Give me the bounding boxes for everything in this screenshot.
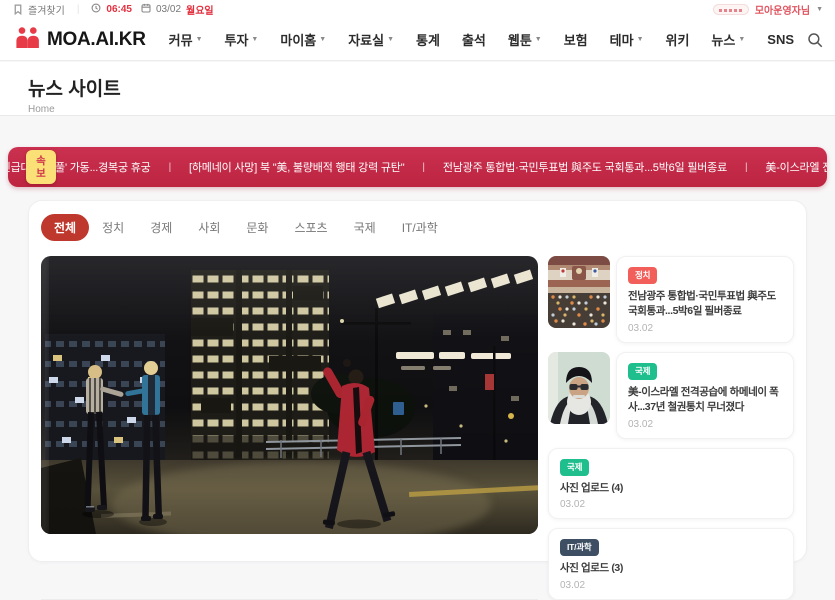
nav-item-label: SNS bbox=[767, 32, 794, 47]
ticker-headline[interactable]: [하메네이 사망] 북 "美, 불량배적 행태 강력 규탄" bbox=[189, 159, 404, 175]
category-tab[interactable]: 국제 bbox=[341, 214, 389, 241]
nav-item-label: 웹툰 bbox=[508, 30, 532, 49]
portrait-thumbnail[interactable] bbox=[548, 352, 610, 424]
article-card[interactable]: IT/과학 사진 업로드 (3) 03.02 bbox=[548, 528, 794, 599]
category-badge: IT/과학 bbox=[560, 539, 599, 556]
category-tab[interactable]: IT/과학 bbox=[389, 214, 451, 241]
nav-item[interactable]: 위키 bbox=[655, 30, 701, 49]
site-logo[interactable]: MOA.AI.KR bbox=[14, 26, 146, 54]
category-tab[interactable]: 문화 bbox=[233, 214, 281, 241]
article-card[interactable]: 국제 사진 업로드 (4) 03.02 bbox=[548, 448, 794, 519]
category-badge: 국제 bbox=[560, 459, 589, 476]
article-title[interactable]: 사진 업로드 (4) bbox=[560, 481, 782, 497]
nav-item[interactable]: 출석 bbox=[451, 30, 497, 49]
assembly-thumbnail[interactable] bbox=[548, 256, 610, 328]
article-date: 03.02 bbox=[560, 580, 782, 591]
ticker-separator: | bbox=[745, 162, 747, 173]
nav-item[interactable]: 투자 ▼ bbox=[214, 30, 270, 49]
favorite-link[interactable]: 즐겨찾기 bbox=[28, 2, 65, 17]
main-nav: 커뮤 ▼ 투자 ▼ 마이홈 ▼ 자료실 ▼ 통계 bbox=[158, 30, 805, 49]
bookmark-icon bbox=[12, 4, 23, 15]
article-title[interactable]: 사진 업로드 (3) bbox=[560, 561, 782, 577]
chevron-down-icon: ▼ bbox=[535, 36, 542, 43]
nav-item-label: 자료실 bbox=[348, 30, 384, 49]
nav-item[interactable]: 자료실 ▼ bbox=[337, 30, 405, 49]
article-title[interactable]: 美-이스라엘 전격공습에 하메네이 폭사...37년 철권통치 무너졌다 bbox=[628, 385, 782, 417]
nav-item-label: 테마 bbox=[610, 30, 634, 49]
nav-item[interactable]: 커뮤 ▼ bbox=[158, 30, 214, 49]
chevron-down-icon: ▼ bbox=[319, 36, 326, 43]
calendar-icon bbox=[141, 3, 151, 16]
logo-text: MOA.AI.KR bbox=[47, 29, 146, 51]
nav-item[interactable]: 통계 bbox=[405, 30, 451, 49]
article-list: 정치 전남광주 통합법·국민투표법 與주도 국회통과...5박6일 필버종료 0… bbox=[548, 256, 794, 600]
list-item[interactable]: IT/과학 사진 업로드 (3) 03.02 bbox=[548, 528, 794, 599]
chevron-down-icon: ▼ bbox=[738, 36, 745, 43]
username-label: 모아운영자님 bbox=[755, 2, 810, 17]
current-time: 06:45 bbox=[106, 4, 132, 15]
main-article-card[interactable] bbox=[41, 256, 538, 600]
nav-item-label: 투자 bbox=[225, 30, 249, 49]
nav-item[interactable]: 마이홈 ▼ bbox=[269, 30, 337, 49]
category-tab[interactable]: 정치 bbox=[89, 214, 137, 241]
user-level-badge bbox=[713, 4, 749, 15]
current-date: 03/02 bbox=[156, 4, 181, 15]
ticker-track: 안전 긴급대응반 '풀' 가동...경복궁 휴궁 | [하메네이 사망] 북 "… bbox=[8, 147, 827, 187]
nav-item-label: 위키 bbox=[666, 30, 690, 49]
list-item[interactable]: 정치 전남광주 통합법·국민투표법 與주도 국회통과...5박6일 필버종료 0… bbox=[548, 256, 794, 343]
ticker-headline[interactable]: 전남광주 통합법·국민투표법 與주도 국회통과...5박6일 필버종료 bbox=[443, 159, 727, 175]
nav-item[interactable]: 테마 ▼ bbox=[599, 30, 655, 49]
category-tabs: 전체 정치 경제 사회 문화 스포츠 국제 IT/과학 bbox=[41, 214, 794, 241]
list-item[interactable]: 국제 美-이스라엘 전격공습에 하메네이 폭사...37년 철권통치 무너졌다 … bbox=[548, 352, 794, 439]
breadcrumb[interactable]: Home bbox=[28, 104, 807, 115]
divider: | bbox=[77, 4, 80, 15]
category-badge: 국제 bbox=[628, 363, 657, 380]
search-icon[interactable] bbox=[805, 30, 824, 49]
news-content-panel: 전체 정치 경제 사회 문화 스포츠 국제 IT/과학 bbox=[28, 200, 807, 562]
list-item[interactable]: 국제 사진 업로드 (4) 03.02 bbox=[548, 448, 794, 519]
breaking-badge: 속보 bbox=[26, 150, 56, 184]
article-date: 03.02 bbox=[628, 419, 782, 430]
ticker-separator: | bbox=[169, 162, 171, 173]
chevron-down-icon: ▼ bbox=[251, 36, 258, 43]
chevron-down-icon: ▼ bbox=[196, 36, 203, 43]
article-card[interactable]: 정치 전남광주 통합법·국민투표법 與주도 국회통과...5박6일 필버종료 0… bbox=[616, 256, 794, 343]
chevron-down-icon: ▼ bbox=[637, 36, 644, 43]
nav-item[interactable]: 뉴스 ▼ bbox=[700, 30, 756, 49]
breaking-news-ticker[interactable]: 안전 긴급대응반 '풀' 가동...경복궁 휴궁 | [하메네이 사망] 북 "… bbox=[8, 147, 827, 187]
article-title[interactable]: 전남광주 통합법·국민투표법 與주도 국회통과...5박6일 필버종료 bbox=[628, 289, 782, 321]
chevron-down-icon: ▼ bbox=[816, 6, 823, 13]
nav-item-label: 커뮤 bbox=[169, 30, 193, 49]
nav-item-label: 마이홈 bbox=[280, 30, 316, 49]
clock-icon bbox=[91, 3, 101, 16]
main-article-image[interactable] bbox=[41, 256, 538, 534]
nav-item[interactable]: 보험 bbox=[553, 30, 599, 49]
nav-item[interactable]: 웹툰 ▼ bbox=[497, 30, 553, 49]
page-title: 뉴스 사이트 bbox=[28, 74, 807, 101]
category-tab[interactable]: 스포츠 bbox=[281, 214, 340, 241]
category-tab[interactable]: 전체 bbox=[41, 214, 89, 241]
user-menu[interactable]: 모아운영자님 ▼ bbox=[713, 2, 823, 17]
ticker-headline[interactable]: 美-이스라엘 전격공습에 하메네이 폭사...37년 철권통 bbox=[765, 159, 827, 175]
article-card[interactable]: 국제 美-이스라엘 전격공습에 하메네이 폭사...37년 철권통치 무너졌다 … bbox=[616, 352, 794, 439]
chevron-down-icon: ▼ bbox=[387, 36, 394, 43]
page-header: 뉴스 사이트 Home bbox=[0, 62, 835, 116]
current-weekday: 월요일 bbox=[186, 2, 214, 17]
category-tab[interactable]: 경제 bbox=[137, 214, 185, 241]
logo-people-icon bbox=[14, 26, 41, 54]
ticker-separator: | bbox=[422, 162, 424, 173]
top-utility-bar: 즐겨찾기 | 06:45 03/02 월요일 모아운영자님 ▼ bbox=[0, 0, 835, 19]
nav-item-label: 출석 bbox=[462, 30, 486, 49]
category-badge: 정치 bbox=[628, 267, 657, 284]
main-header: MOA.AI.KR 커뮤 ▼ 투자 ▼ 마이홈 ▼ 자료실 ▼ bbox=[0, 19, 835, 61]
article-date: 03.02 bbox=[628, 323, 782, 334]
nav-item[interactable]: SNS bbox=[756, 30, 805, 49]
article-date: 03.02 bbox=[560, 499, 782, 510]
nav-item-label: 뉴스 bbox=[711, 30, 735, 49]
category-tab[interactable]: 사회 bbox=[185, 214, 233, 241]
nav-item-label: 보험 bbox=[564, 30, 588, 49]
nav-item-label: 통계 bbox=[416, 30, 440, 49]
